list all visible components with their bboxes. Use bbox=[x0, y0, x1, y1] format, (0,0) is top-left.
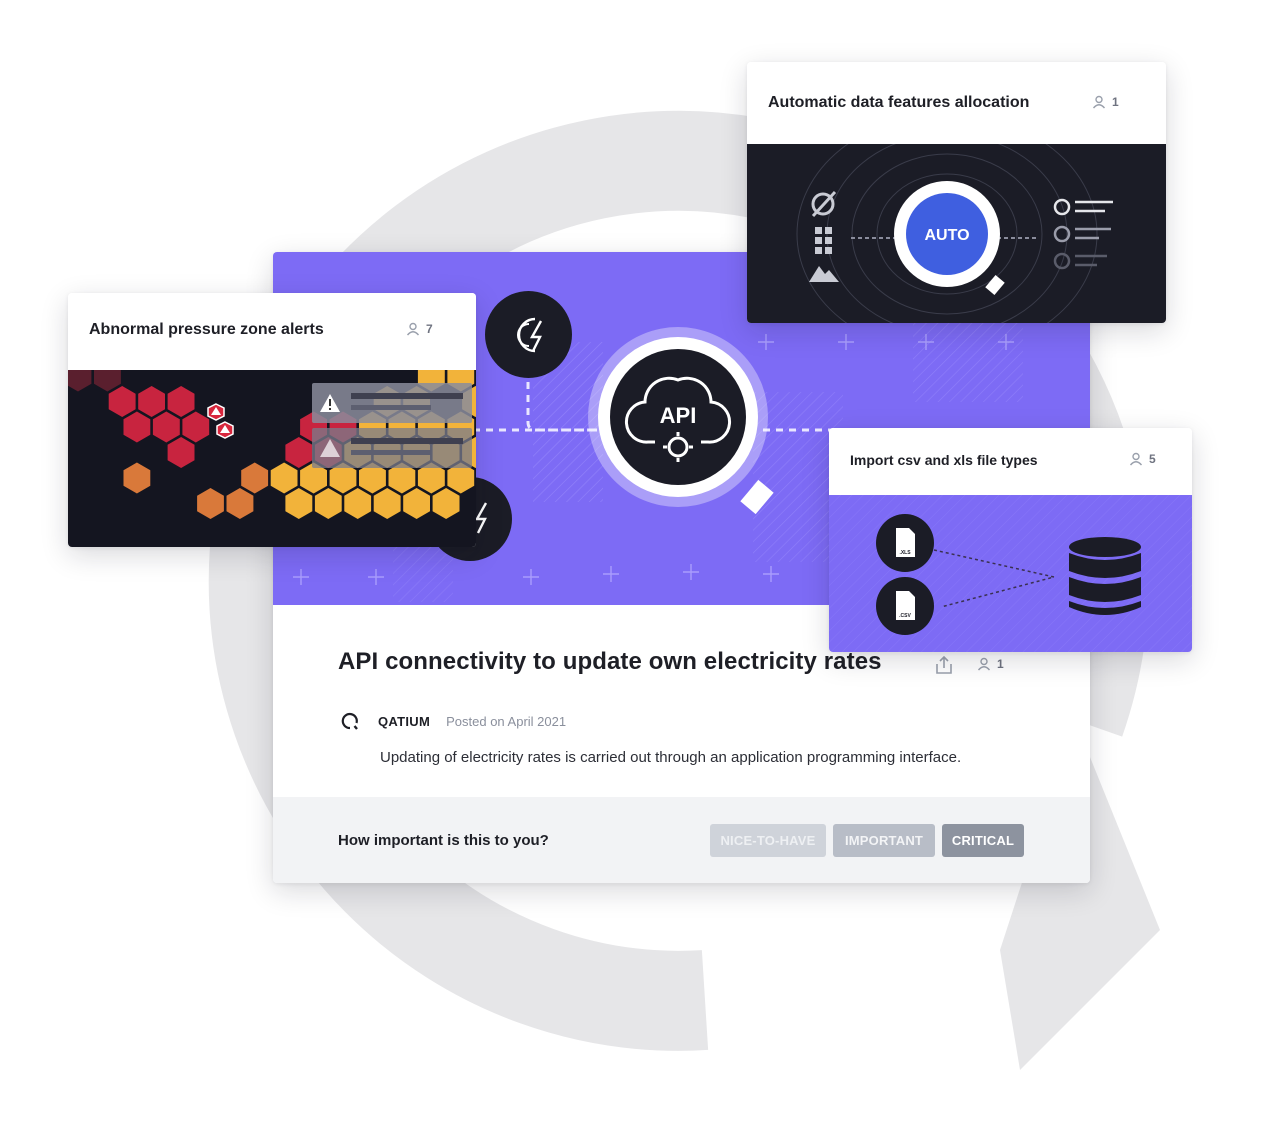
vote-count[interactable]: 1 bbox=[1092, 95, 1119, 109]
card-title: Automatic data features allocation bbox=[768, 94, 1030, 111]
feature-description: Updating of electricity rates is carried… bbox=[380, 749, 962, 766]
vote-count-value: 1 bbox=[1112, 95, 1119, 109]
pressure-map bbox=[68, 360, 476, 547]
user-icon bbox=[977, 657, 991, 671]
feature-card-alerts[interactable]: Abnormal pressure zone alerts 7 bbox=[68, 293, 476, 547]
svg-text:AUTO: AUTO bbox=[924, 227, 969, 244]
feature-card-auto[interactable]: Automatic data features allocation 1 AUT… bbox=[747, 62, 1166, 323]
posted-date: Posted on April 2021 bbox=[446, 713, 567, 729]
vote-count[interactable]: 7 bbox=[406, 322, 433, 336]
energy-icon-badge bbox=[485, 291, 572, 378]
vote-count[interactable]: 5 bbox=[1129, 452, 1156, 466]
auto-allocation-illustration: AUTO bbox=[747, 113, 1166, 323]
vote-count-value: 7 bbox=[426, 322, 433, 336]
vote-count[interactable]: 1 bbox=[977, 657, 1004, 671]
importance-footer: How important is this to you? NICE-TO-HA… bbox=[273, 797, 1090, 883]
qatium-logo-icon bbox=[341, 712, 358, 730]
card-header: Automatic data features allocation 1 bbox=[747, 62, 1166, 144]
nice-to-have-button[interactable]: NICE-TO-HAVE bbox=[710, 824, 826, 857]
card-title: Import csv and xls file types bbox=[850, 452, 1038, 468]
alert-marker-icon bbox=[207, 403, 234, 439]
critical-button[interactable]: CRITICAL bbox=[942, 824, 1024, 857]
feature-card-import[interactable]: Import csv and xls file types 5 .XLS .CS… bbox=[829, 428, 1192, 652]
important-button[interactable]: IMPORTANT bbox=[833, 824, 935, 857]
post-meta: QATIUM Posted on April 2021 bbox=[340, 711, 566, 731]
card-header: Abnormal pressure zone alerts 7 bbox=[68, 293, 476, 369]
vote-count-value: 5 bbox=[1149, 452, 1156, 466]
svg-text:API: API bbox=[660, 403, 697, 428]
svg-text:.XLS: .XLS bbox=[899, 550, 911, 556]
energy-icon bbox=[517, 317, 543, 353]
feature-title: API connectivity to update own electrici… bbox=[338, 648, 882, 675]
card-header: Import csv and xls file types 5 bbox=[829, 428, 1192, 495]
author-name[interactable]: QATIUM bbox=[378, 714, 430, 729]
import-illustration: .XLS .CSV bbox=[829, 495, 1192, 652]
card-title: Abnormal pressure zone alerts bbox=[89, 321, 324, 338]
svg-text:.CSV: .CSV bbox=[899, 613, 911, 619]
importance-question: How important is this to you? bbox=[338, 832, 549, 849]
user-icon bbox=[1092, 95, 1106, 109]
user-icon bbox=[406, 322, 420, 336]
share-icon[interactable] bbox=[933, 654, 955, 676]
vote-count-value: 1 bbox=[997, 657, 1004, 671]
user-icon bbox=[1129, 452, 1143, 466]
